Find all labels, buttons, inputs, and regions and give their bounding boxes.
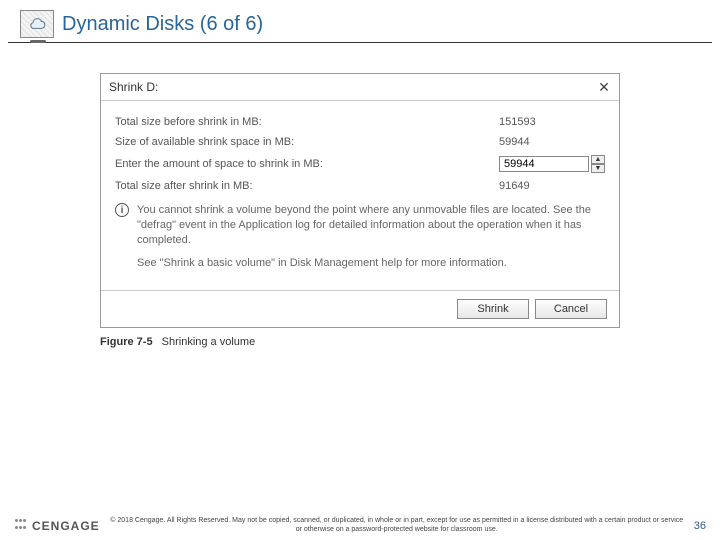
row-total-before: Total size before shrink in MB: 151593 [115, 115, 605, 129]
value-total-before: 151593 [495, 115, 605, 129]
dialog-titlebar: Shrink D: ✕ [101, 74, 619, 101]
shrink-amount-input[interactable] [499, 156, 589, 172]
page-title: Dynamic Disks (6 of 6) [62, 13, 263, 36]
close-icon[interactable]: ✕ [597, 80, 611, 94]
monitor-cloud-icon [20, 10, 54, 38]
info-icon: i [115, 203, 129, 217]
value-total-after: 91649 [495, 179, 605, 193]
copyright-text: © 2018 Cengage. All Rights Reserved. May… [100, 517, 694, 534]
shrink-button[interactable]: Shrink [457, 299, 529, 319]
row-available: Size of available shrink space in MB: 59… [115, 135, 605, 149]
label-total-after: Total size after shrink in MB: [115, 180, 495, 192]
brand-mark-icon [14, 519, 28, 533]
label-total-before: Total size before shrink in MB: [115, 116, 495, 128]
info-section: i You cannot shrink a volume beyond the … [115, 203, 605, 278]
brand-text: CENGAGE [32, 519, 100, 533]
info-paragraph-1: You cannot shrink a volume beyond the po… [137, 203, 605, 248]
dialog-buttons: Shrink Cancel [101, 290, 619, 327]
page-number: 36 [694, 520, 706, 532]
brand-logo: CENGAGE [14, 519, 100, 533]
row-total-after: Total size after shrink in MB: 91649 [115, 179, 605, 193]
figure-text: Shrinking a volume [162, 336, 256, 348]
info-paragraph-2: See "Shrink a basic volume" in Disk Mana… [137, 256, 605, 271]
slide-content: Shrink D: ✕ Total size before shrink in … [0, 43, 720, 348]
figure-caption: Figure 7-5 Shrinking a volume [100, 336, 620, 348]
spin-up-icon[interactable]: ▲ [591, 155, 605, 164]
spin-down-icon[interactable]: ▼ [591, 164, 605, 173]
dialog-body: Total size before shrink in MB: 151593 S… [101, 101, 619, 290]
slide-footer: CENGAGE © 2018 Cengage. All Rights Reser… [0, 517, 720, 534]
dialog-title: Shrink D: [109, 80, 158, 94]
shrink-dialog: Shrink D: ✕ Total size before shrink in … [100, 73, 620, 328]
row-enter-amount: Enter the amount of space to shrink in M… [115, 155, 605, 173]
label-enter-amount: Enter the amount of space to shrink in M… [115, 158, 499, 170]
info-text: You cannot shrink a volume beyond the po… [137, 203, 605, 278]
label-available: Size of available shrink space in MB: [115, 136, 495, 148]
slide-header: Dynamic Disks (6 of 6) [8, 0, 712, 43]
cancel-button[interactable]: Cancel [535, 299, 607, 319]
figure-number: Figure 7-5 [100, 336, 153, 348]
shrink-amount-stepper[interactable]: ▲ ▼ [499, 155, 605, 173]
value-available: 59944 [495, 135, 605, 149]
